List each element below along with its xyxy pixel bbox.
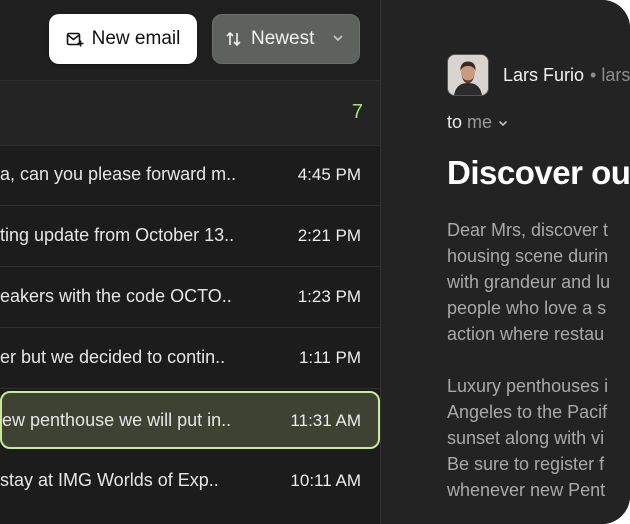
avatar[interactable] bbox=[447, 54, 489, 96]
body-line: Angeles to the Pacif bbox=[447, 402, 608, 422]
email-body: Dear Mrs, discover t housing scene durin… bbox=[447, 217, 630, 524]
message-list: a, can you please forward m.. 4:45 PM ti… bbox=[0, 145, 380, 512]
sort-label: Newest bbox=[251, 28, 315, 49]
reading-pane: Lars Furio • lars to me Discover ou Dear… bbox=[381, 0, 630, 524]
message-snippet: stay at IMG Worlds of Exp.. bbox=[0, 470, 219, 490]
compose-icon bbox=[66, 32, 84, 47]
sender-email: • lars bbox=[590, 64, 630, 85]
message-time: 1:23 PM bbox=[297, 287, 361, 306]
chevron-down-icon bbox=[498, 121, 508, 127]
sort-arrows-icon bbox=[226, 31, 241, 47]
message-snippet: ting update from October 13.. bbox=[0, 225, 235, 245]
list-item[interactable]: ting update from October 13.. 2:21 PM bbox=[0, 206, 380, 267]
body-paragraph: Luxury penthouses i Angeles to the Pacif… bbox=[447, 373, 630, 503]
message-snippet: eakers with the code OCTO.. bbox=[0, 286, 232, 306]
body-line: housing scene durin bbox=[447, 246, 609, 266]
body-line: with grandeur and lu bbox=[447, 272, 611, 292]
sender-name: Lars Furio bbox=[503, 64, 585, 85]
sender-photo-icon bbox=[448, 55, 488, 95]
list-item[interactable]: a, can you please forward m.. 4:45 PM bbox=[0, 145, 380, 206]
message-time: 10:11 AM bbox=[290, 471, 361, 490]
body-paragraph: Dear Mrs, discover t housing scene durin… bbox=[447, 217, 630, 347]
message-snippet: er but we decided to contin.. bbox=[0, 347, 226, 367]
new-email-label: New email bbox=[91, 28, 181, 49]
message-snippet: ew penthouse we will put in.. bbox=[2, 410, 232, 430]
message-time: 4:45 PM bbox=[297, 165, 361, 184]
body-line: people who love a s bbox=[447, 298, 607, 318]
recipient-line[interactable]: to me bbox=[447, 112, 509, 133]
body-line: sunset along with vi bbox=[447, 428, 605, 448]
list-item-selected[interactable]: ew penthouse we will put in.. 11:31 AM bbox=[0, 391, 380, 449]
list-item[interactable]: eakers with the code OCTO.. 1:23 PM bbox=[0, 267, 380, 328]
body-line: Be sure to register f bbox=[447, 454, 605, 474]
list-item[interactable]: er but we decided to contin.. 1:11 PM bbox=[0, 328, 380, 389]
sender-block: Lars Furio • lars bbox=[447, 54, 630, 96]
to-label: to bbox=[447, 112, 463, 132]
body-line: Luxury penthouses i bbox=[447, 376, 609, 396]
body-line: whenever new Pent bbox=[447, 480, 606, 500]
recipient-value: me bbox=[467, 112, 493, 132]
mail-app-window: New email Newest 7 a, can you please for… bbox=[0, 0, 630, 524]
message-time: 11:31 AM bbox=[290, 411, 361, 430]
message-count: 7 bbox=[351, 101, 363, 123]
message-list-pane: New email Newest 7 a, can you please for… bbox=[0, 0, 380, 524]
new-email-button[interactable]: New email bbox=[49, 14, 197, 64]
chevron-down-icon bbox=[333, 35, 343, 42]
list-toolbar: New email Newest bbox=[0, 0, 380, 81]
message-time: 2:21 PM bbox=[297, 226, 361, 245]
list-header: 7 bbox=[0, 81, 380, 146]
message-snippet: a, can you please forward m.. bbox=[0, 164, 237, 184]
body-line: Dear Mrs, discover t bbox=[447, 220, 609, 240]
list-item[interactable]: stay at IMG Worlds of Exp.. 10:11 AM bbox=[0, 451, 380, 512]
email-subject: Discover ou bbox=[447, 154, 630, 191]
message-time: 1:11 PM bbox=[298, 348, 361, 367]
body-line: action where restau bbox=[447, 324, 605, 344]
sort-dropdown[interactable]: Newest bbox=[212, 14, 360, 64]
